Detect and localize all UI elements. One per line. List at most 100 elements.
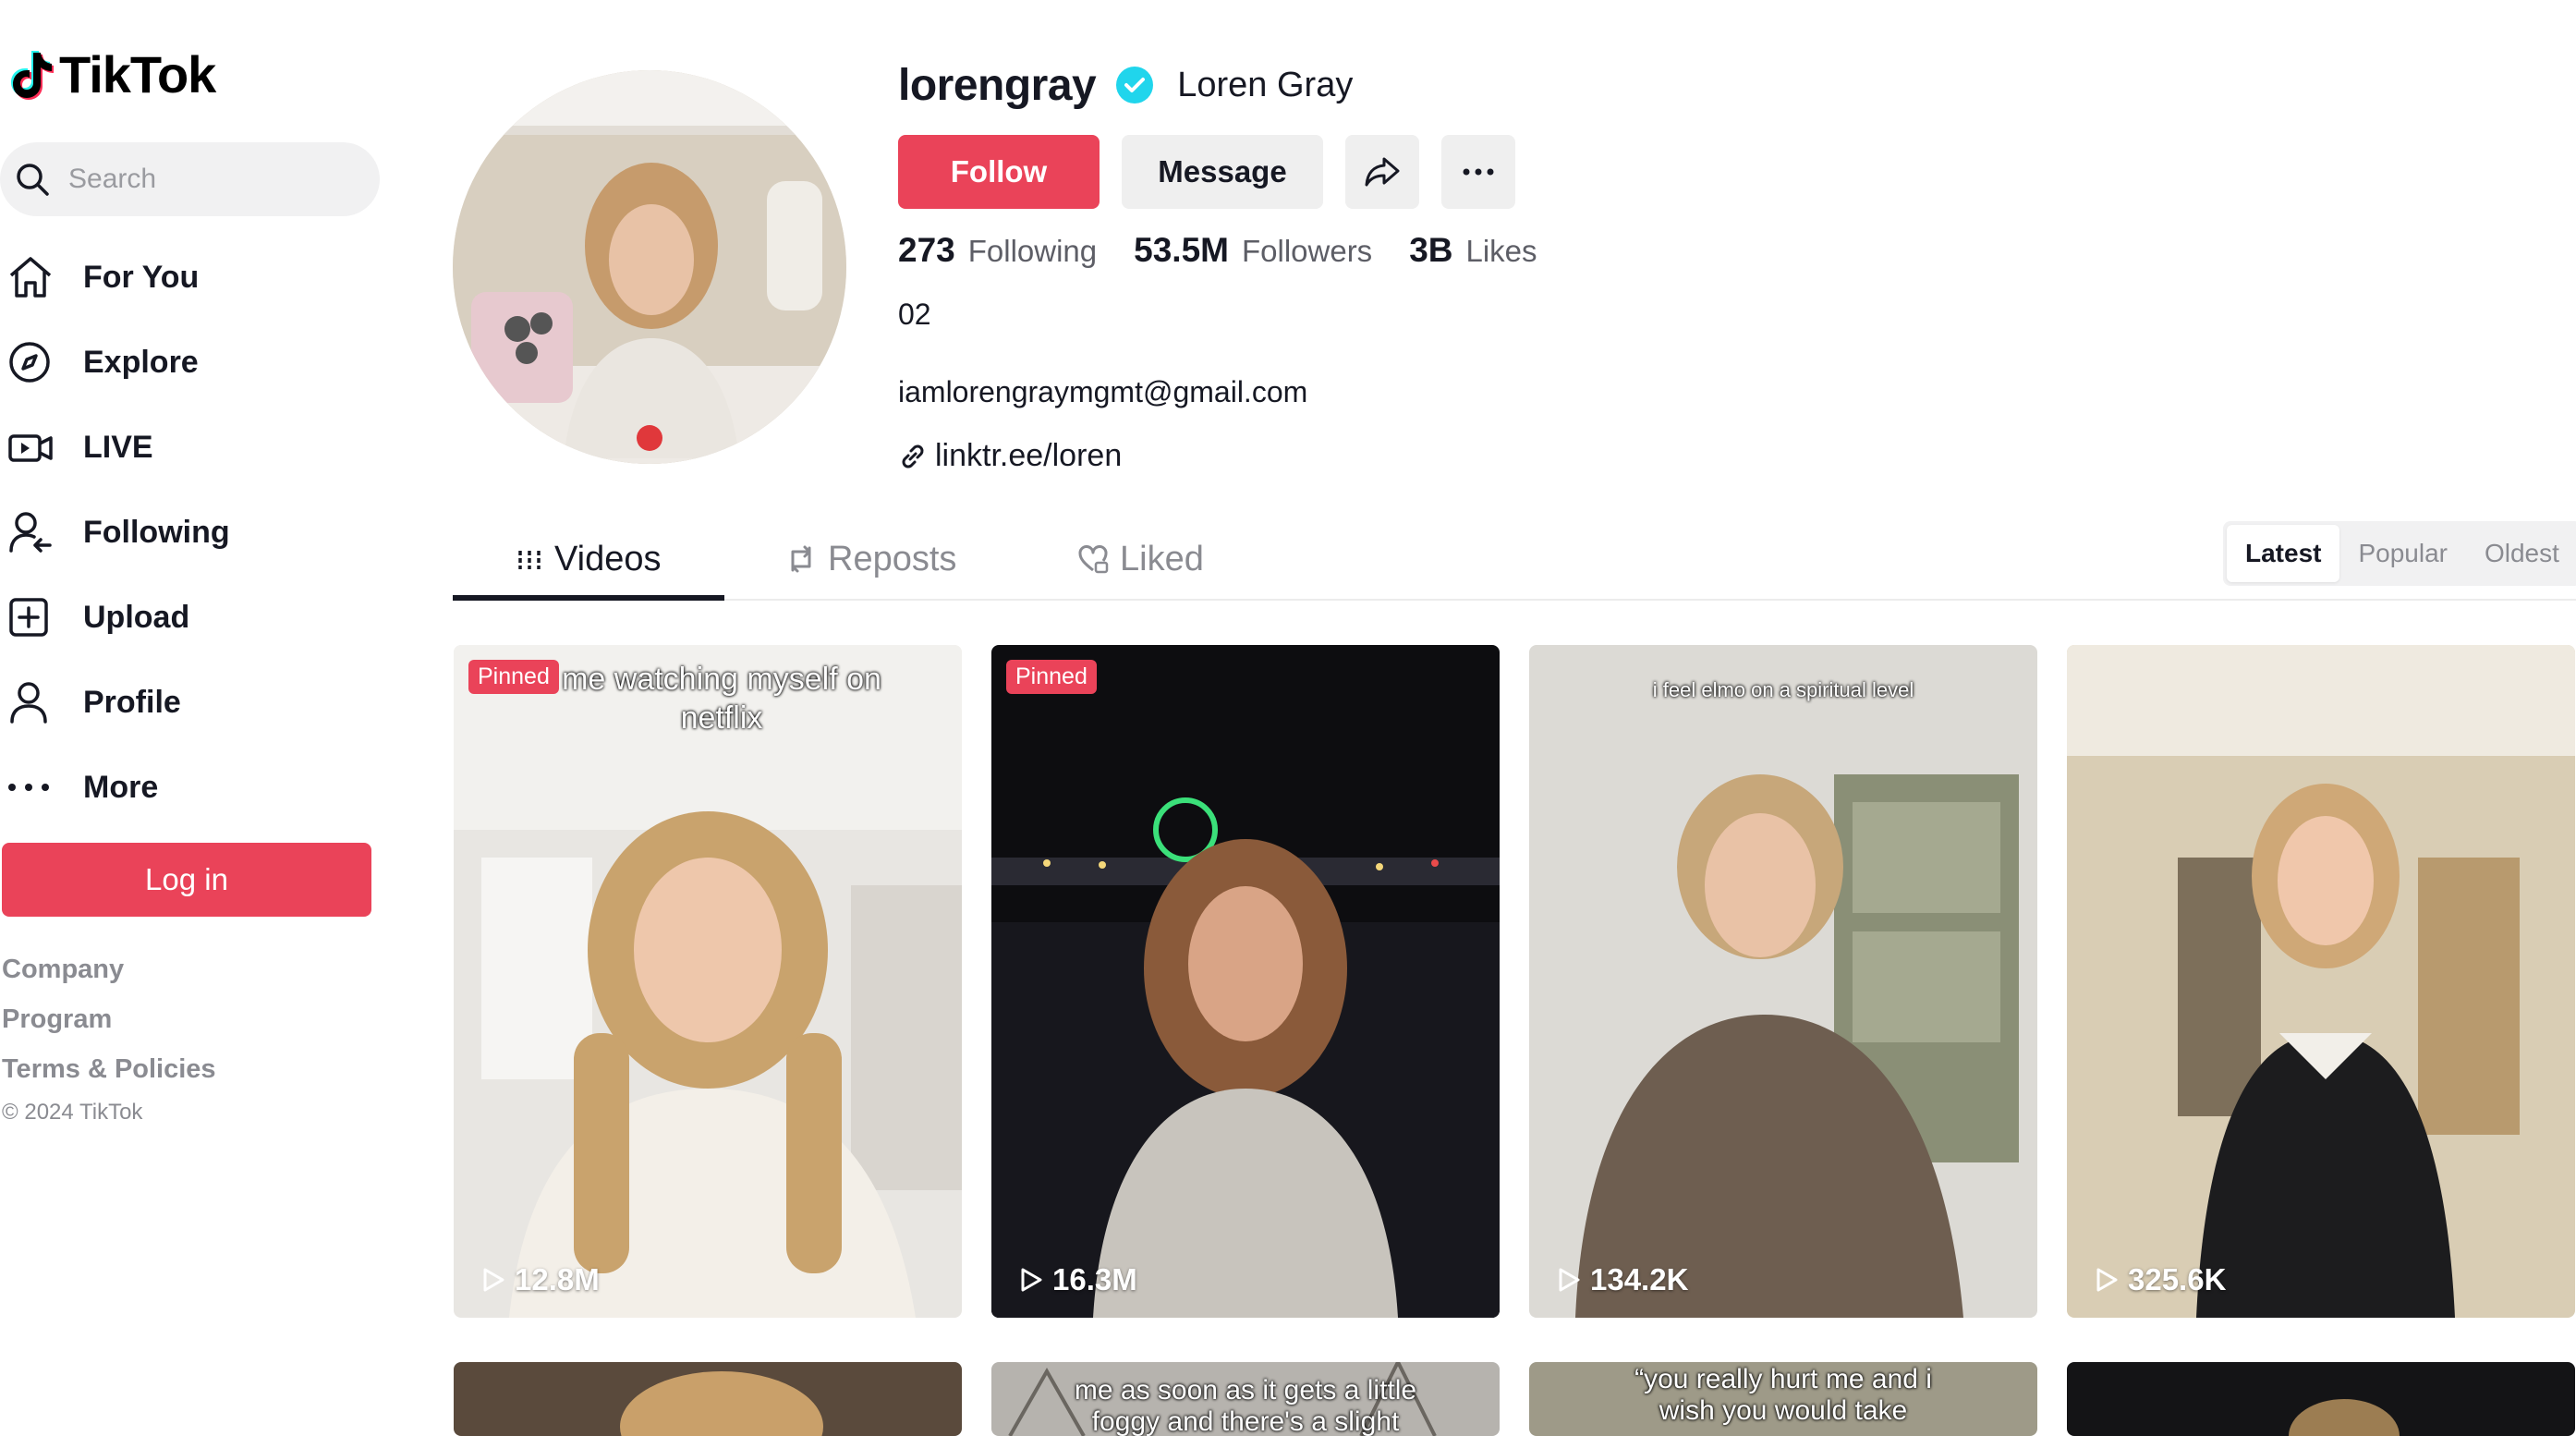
sidebar: TikTok Search For You Explore LIVE Follo… <box>0 0 407 1436</box>
brand-name: TikTok <box>59 45 216 103</box>
more-options-button[interactable] <box>1441 135 1515 209</box>
video-card[interactable]: Pinned 16.3M <box>991 645 1500 1318</box>
tab-reposts-label: Reposts <box>828 539 957 578</box>
play-outline-icon <box>1559 1268 1580 1292</box>
search-input[interactable]: Search <box>0 142 380 216</box>
home-icon <box>9 257 52 298</box>
nav-item-upload[interactable]: Upload <box>0 588 388 647</box>
nav-item-following[interactable]: Following <box>0 503 388 562</box>
tab-reposts[interactable]: Reposts <box>785 527 956 591</box>
sort-latest[interactable]: Latest <box>2227 525 2340 582</box>
login-button[interactable]: Log in <box>2 843 371 917</box>
nav-label-for-you: For You <box>83 259 200 295</box>
video-caption: me as soon as it gets a little foggy and… <box>1074 1375 1417 1436</box>
copyright: © 2024 TikTok <box>2 1100 143 1125</box>
footer-links: Company Program Terms & Policies © 2024 … <box>2 948 216 1126</box>
footer-link-program[interactable]: Program <box>2 998 216 1048</box>
nav-item-profile[interactable]: Profile <box>0 673 388 732</box>
footer-link-company[interactable]: Company <box>2 948 216 998</box>
tab-videos-label: Videos <box>554 539 662 578</box>
follow-button[interactable]: Follow <box>898 135 1100 209</box>
video-thumbnail <box>454 645 962 1318</box>
username-row: lorengray Loren Gray <box>898 55 1353 115</box>
pinned-badge: Pinned <box>1006 660 1097 694</box>
video-card[interactable]: 325.6K <box>2067 645 2575 1318</box>
nav-item-for-you[interactable]: For You <box>0 248 388 307</box>
sort-oldest[interactable]: Oldest <box>2466 525 2576 582</box>
sort-toggle: Latest Popular Oldest <box>2223 521 2576 586</box>
tiktok-note-icon <box>11 50 54 100</box>
profile-email: iamlorengraymgmt@gmail.com <box>898 375 1308 408</box>
profile-bio: 02 <box>898 298 931 331</box>
view-count: 325.6K <box>2095 1262 2226 1297</box>
video-thumbnail <box>991 645 1500 1318</box>
message-button[interactable]: Message <box>1122 135 1323 209</box>
video-caption: i feel elmo on a spiritual level <box>1652 678 1914 701</box>
sort-popular[interactable]: Popular <box>2339 525 2466 582</box>
nav-item-more[interactable]: More <box>0 758 388 817</box>
profile-avatar <box>453 70 846 464</box>
view-count: 134.2K <box>1557 1262 1688 1297</box>
video-card[interactable]: me watching myself on netflix Pinned 12.… <box>454 645 962 1318</box>
active-tab-indicator <box>453 595 724 601</box>
video-caption: “you really hurt me and i wish you would… <box>1634 1364 1932 1426</box>
verified-badge-icon <box>1116 67 1154 103</box>
main-nav: For You Explore LIVE Following Upload Pr… <box>0 248 388 843</box>
profile-actions: Follow Message <box>898 135 1515 209</box>
tab-liked[interactable]: Liked <box>1077 527 1204 591</box>
nav-label-upload: Upload <box>83 599 190 635</box>
compass-icon <box>9 342 50 383</box>
search-placeholder: Search <box>68 164 157 194</box>
profile-nickname: Loren Gray <box>1177 65 1354 104</box>
video-card[interactable]: “you really hurt me and i wish you would… <box>1529 1362 2037 1436</box>
play-outline-icon <box>1021 1268 1042 1292</box>
play-outline-icon <box>2096 1268 2118 1292</box>
video-card[interactable] <box>454 1362 962 1436</box>
tiktok-logo[interactable]: TikTok <box>7 44 216 104</box>
tab-videos[interactable]: Videos <box>516 527 662 591</box>
nav-label-following: Following <box>83 514 230 550</box>
view-count-text: 134.2K <box>1590 1262 1689 1296</box>
pinned-badge: Pinned <box>468 660 559 694</box>
followers-count: 53.5M <box>1134 231 1229 269</box>
following-icon <box>9 512 52 553</box>
nav-label-profile: Profile <box>83 684 181 720</box>
profile-link-text[interactable]: linktr.ee/loren <box>935 438 1122 474</box>
view-count-text: 16.3M <box>1052 1262 1137 1296</box>
view-count-text: 12.8M <box>515 1262 600 1296</box>
nav-label-more: More <box>83 769 159 805</box>
video-thumbnail <box>454 1362 962 1436</box>
video-card[interactable]: me as soon as it gets a little foggy and… <box>991 1362 1500 1436</box>
profile-stats: 273 Following 53.5M Followers 3B Likes <box>898 231 1574 270</box>
tab-liked-label: Liked <box>1120 539 1204 578</box>
video-card[interactable]: i feel elmo on a spiritual level 134.2K <box>1529 645 2037 1318</box>
view-count: 12.8M <box>481 1262 600 1297</box>
likes-count: 3B <box>1409 231 1453 269</box>
repost-icon <box>791 545 811 573</box>
link-icon <box>902 444 924 468</box>
grid-bars-icon <box>518 551 541 569</box>
search-icon <box>17 164 49 196</box>
following-label[interactable]: Following <box>968 234 1097 269</box>
profile-link[interactable]: linktr.ee/loren <box>898 438 1122 474</box>
live-video-icon <box>8 434 53 462</box>
upload-plus-icon <box>9 598 48 637</box>
followers-label[interactable]: Followers <box>1242 234 1372 269</box>
nav-item-explore[interactable]: Explore <box>0 333 388 392</box>
share-button[interactable] <box>1345 135 1419 209</box>
video-thumbnail <box>2067 645 2575 1318</box>
more-dots-icon <box>8 784 49 791</box>
video-thumbnail <box>1529 645 2037 1318</box>
video-card[interactable] <box>2067 1362 2575 1436</box>
video-thumbnail <box>2067 1362 2575 1436</box>
likes-label: Likes <box>1465 234 1537 268</box>
heart-lock-icon <box>1078 545 1109 574</box>
footer-link-terms[interactable]: Terms & Policies <box>2 1048 216 1098</box>
nav-label-explore: Explore <box>83 344 199 380</box>
play-outline-icon <box>483 1268 504 1292</box>
nav-item-live[interactable]: LIVE <box>0 418 388 477</box>
nav-label-live: LIVE <box>83 429 153 465</box>
view-count-text: 325.6K <box>2128 1262 2227 1296</box>
share-arrow-icon <box>1365 157 1400 187</box>
view-count: 16.3M <box>1019 1262 1137 1297</box>
